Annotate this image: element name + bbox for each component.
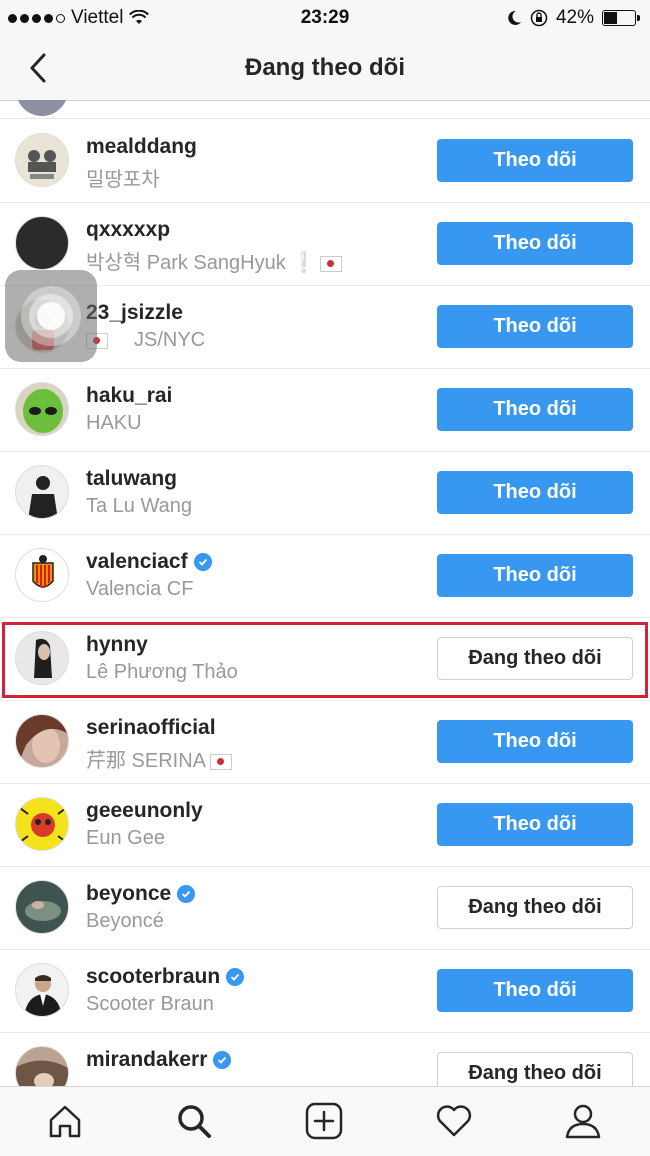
following-button[interactable]: Đang theo dõi — [437, 1052, 633, 1086]
avatar[interactable] — [15, 631, 69, 685]
status-bar: Viettel 23:29 42% — [0, 0, 650, 36]
follow-button[interactable]: Theo dõi — [437, 969, 633, 1012]
full-name: Scooter Braun — [86, 993, 214, 1015]
avatar[interactable] — [15, 880, 69, 934]
battery-percent: 42% — [555, 7, 594, 28]
follow-button[interactable]: Theo dõi — [437, 222, 633, 265]
username[interactable]: qxxxxxp — [86, 218, 170, 242]
full-name: Eun Gee — [86, 827, 165, 849]
avatar[interactable] — [15, 382, 69, 436]
avatar[interactable] — [15, 714, 69, 768]
full-name: 박상혁 Park SangHyuk ❕ — [86, 246, 343, 275]
avatar[interactable] — [15, 797, 69, 851]
full-name: 芹那 SERINA — [86, 744, 233, 773]
following-button[interactable]: Đang theo dõi — [437, 886, 633, 929]
status-right: 42% — [506, 7, 640, 29]
profile-icon[interactable] — [563, 1101, 603, 1141]
list-item[interactable]: beyonce Beyoncé Đang theo dõi — [0, 866, 650, 950]
moon-icon — [508, 10, 521, 25]
follow-button[interactable]: Theo dõi — [437, 139, 633, 182]
list-item[interactable]: scooterbraun Scooter Braun Theo dõi — [0, 949, 650, 1033]
follow-button[interactable]: Theo dõi — [437, 803, 633, 846]
follow-button[interactable]: Theo dõi — [437, 471, 633, 514]
list-item[interactable]: qxxxxxp 박상혁 Park SangHyuk ❕ Theo dõi — [0, 202, 650, 286]
username[interactable]: serinaofficial — [86, 716, 216, 740]
verified-badge-icon — [177, 885, 196, 903]
assistive-touch-button[interactable] — [5, 270, 97, 362]
avatar[interactable] — [15, 216, 69, 270]
list-item[interactable]: geeeunonly Eun Gee Theo dõi — [0, 783, 650, 867]
username[interactable]: beyonce — [86, 882, 196, 906]
full-name: Valencia CF — [86, 578, 194, 600]
follow-button[interactable]: Theo dõi — [437, 305, 633, 348]
tab-bar — [0, 1086, 650, 1156]
list-item[interactable]: mirandakerr Đang theo dõi — [0, 1032, 650, 1086]
search-icon[interactable] — [174, 1101, 214, 1141]
avatar[interactable] — [15, 465, 69, 519]
username[interactable]: scooterbraun — [86, 965, 245, 989]
follow-button[interactable]: Theo dõi — [437, 388, 633, 431]
avatar[interactable] — [15, 548, 69, 602]
username[interactable]: mealddang — [86, 135, 197, 159]
list-item[interactable]: mealddang 밀땅포차 Theo dõi — [0, 119, 650, 203]
avatar[interactable] — [15, 133, 69, 187]
battery-icon — [602, 10, 640, 26]
following-list[interactable]: mealddang 밀땅포차 Theo dõi qxxxxxp 박상혁 Park… — [0, 100, 650, 1086]
list-item[interactable]: hynny Lê Phương Thảo Đang theo dõi — [0, 617, 650, 701]
full-name: Lê Phương Thảo — [86, 661, 238, 683]
list-item[interactable]: taluwang Ta Lu Wang Theo dõi — [0, 451, 650, 535]
list-item[interactable]: valenciacf Valencia CF Theo dõi — [0, 534, 650, 618]
list-item[interactable]: haku_rai HAKU Theo dõi — [0, 368, 650, 452]
nav-bar: Đang theo dõi — [0, 36, 650, 101]
orientation-lock-icon — [530, 9, 548, 27]
following-button[interactable]: Đang theo dõi — [437, 637, 633, 680]
verified-badge-icon — [226, 968, 245, 986]
partial-list-item — [0, 100, 650, 119]
add-post-icon[interactable] — [304, 1101, 344, 1141]
username[interactable]: mirandakerr — [86, 1048, 232, 1072]
username[interactable]: 23_jsizzle — [86, 301, 183, 325]
username[interactable]: hynny — [86, 633, 148, 657]
page-title: Đang theo dõi — [245, 54, 405, 81]
list-item[interactable]: serinaofficial 芹那 SERINA Theo dõi — [0, 700, 650, 784]
username[interactable]: haku_rai — [86, 384, 172, 408]
follow-button[interactable]: Theo dõi — [437, 720, 633, 763]
avatar[interactable] — [15, 1046, 69, 1086]
avatar[interactable] — [15, 963, 69, 1017]
follow-button[interactable]: Theo dõi — [437, 554, 633, 597]
full-name: Beyoncé — [86, 910, 164, 932]
username[interactable]: geeeunonly — [86, 799, 203, 823]
username[interactable]: taluwang — [86, 467, 177, 491]
full-name: HAKU — [86, 412, 142, 434]
korea-flag-icon — [320, 255, 343, 272]
full-name: 밀땅포차 — [86, 169, 160, 191]
list-item[interactable]: 23_jsizzle JS/NYC Theo dõi — [0, 285, 650, 369]
verified-badge-icon — [213, 1051, 232, 1069]
full-name: JS/NYC — [86, 329, 205, 352]
username[interactable]: valenciacf — [86, 550, 212, 574]
heart-icon[interactable] — [434, 1101, 474, 1141]
full-name: Ta Lu Wang — [86, 495, 192, 517]
verified-badge-icon — [193, 553, 212, 571]
japan-flag-icon — [210, 753, 233, 770]
home-icon[interactable] — [45, 1101, 85, 1141]
